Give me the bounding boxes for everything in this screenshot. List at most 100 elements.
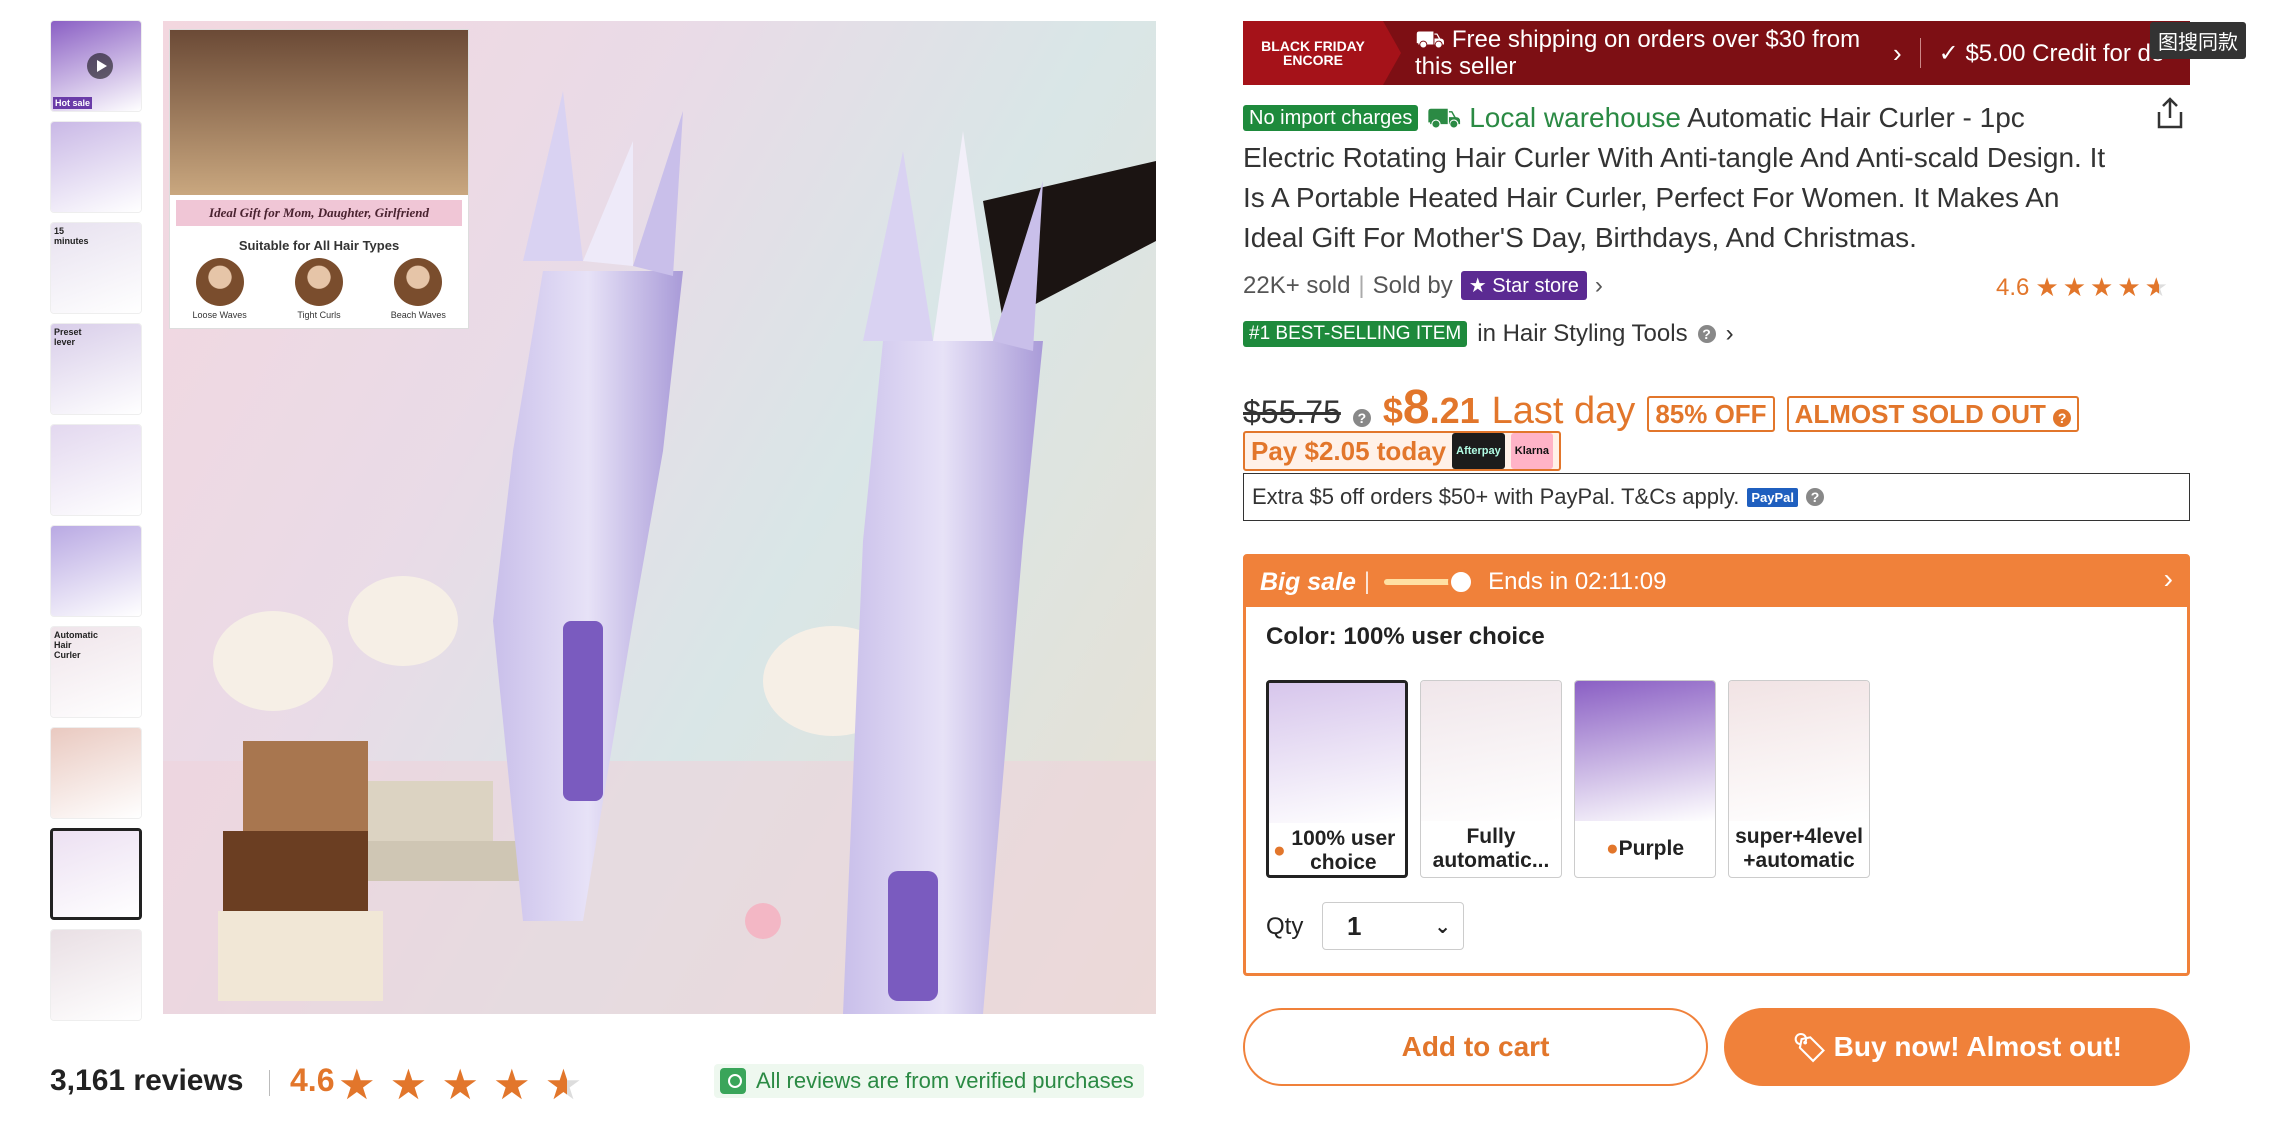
best-category: in Hair Styling Tools bbox=[1477, 320, 1688, 347]
reviews-count[interactable]: 3,161 reviews bbox=[50, 1064, 244, 1098]
color-swatch[interactable]: ● Purple bbox=[1574, 680, 1716, 878]
check-icon: ✓ bbox=[1938, 39, 1966, 67]
thumbnail-item[interactable] bbox=[50, 929, 142, 1021]
thumbnail-item[interactable]: Automatic Hair Curler bbox=[50, 626, 142, 718]
almost-sold-badge[interactable]: ALMOST SOLD OUT ? bbox=[1786, 396, 2080, 432]
swatch-label-text: Purple bbox=[1618, 837, 1685, 860]
qty-label: Qty bbox=[1266, 913, 1304, 940]
swatch-image bbox=[1269, 683, 1405, 823]
product-title-block: No import charges ⛟ Local warehouse Auto… bbox=[1243, 98, 2123, 258]
thumbnail-item[interactable] bbox=[50, 727, 142, 819]
shipping-label: Free shipping on orders over $30 from th… bbox=[1415, 26, 1861, 80]
swatch-label: ● 100% user choice bbox=[1269, 823, 1405, 875]
thumbnail-item[interactable]: Preset lever bbox=[50, 323, 142, 415]
price-row: $55.75 ? $8.21 Last day 85% OFF ALMOST S… bbox=[1243, 380, 2080, 435]
help-icon[interactable]: ? bbox=[1805, 488, 1824, 506]
thumbnail-item[interactable] bbox=[50, 828, 142, 920]
color-swatch[interactable]: super+4level +automatic bbox=[1728, 680, 1870, 878]
hair-type-label: Beach Waves bbox=[390, 310, 446, 320]
best-selling[interactable]: #1 BEST-SELLING ITEM in Hair Styling Too… bbox=[1243, 320, 1734, 348]
pay-today-badge[interactable]: Pay $2.05 today Afterpay Klarna bbox=[1243, 431, 1561, 471]
play-icon[interactable] bbox=[87, 53, 113, 79]
add-to-cart-button[interactable]: Add to cart bbox=[1243, 1008, 1708, 1086]
sale-countdown: Ends in 02:11:09 bbox=[1488, 568, 1667, 595]
credit-text: ✓ $5.00 Credit for de bbox=[1939, 39, 2165, 68]
paypal-offer[interactable]: Extra $5 off orders $50+ with PayPal. T&… bbox=[1243, 473, 2190, 521]
shield-icon bbox=[720, 1068, 746, 1094]
last-day-label: Last day bbox=[1491, 390, 1636, 432]
chevron-right-icon[interactable]: › bbox=[1893, 38, 1902, 69]
share-icon[interactable] bbox=[2154, 96, 2186, 130]
star-icon: ★ bbox=[338, 1061, 376, 1108]
help-icon[interactable]: ? bbox=[1697, 325, 1716, 343]
divider bbox=[269, 1070, 270, 1096]
color-label: Color: 100% user choice bbox=[1266, 623, 1545, 650]
verified-badge[interactable]: All reviews are from verified purchases bbox=[714, 1064, 1144, 1098]
help-icon: ? bbox=[2053, 409, 2072, 427]
hair-type-photo bbox=[195, 258, 244, 306]
seller-meta: 22K+ sold | Sold by ★ Star store › bbox=[1243, 271, 1603, 300]
clock-icon bbox=[1448, 569, 1475, 595]
thumbnail-caption: Automatic Hair Curler bbox=[54, 630, 99, 660]
discount-badge: 85% OFF bbox=[1647, 396, 1775, 432]
currency: $ bbox=[1382, 390, 1403, 431]
pay-today-label: Pay $2.05 today bbox=[1251, 436, 1447, 466]
color-swatch[interactable]: Fully automatic... bbox=[1420, 680, 1562, 878]
chevron-right-icon[interactable]: › bbox=[2164, 563, 2173, 595]
chevron-down-icon: ⌄ bbox=[1434, 915, 1451, 938]
hair-type-item: Loose Waves bbox=[180, 258, 260, 320]
buy-now-button[interactable]: 🏷 Buy now! Almost out! bbox=[1724, 1008, 2190, 1086]
flame-icon: ● bbox=[1273, 839, 1286, 862]
free-shipping-text: ⛟ Free shipping on orders over $30 from … bbox=[1415, 26, 1885, 80]
star-icon: ★ bbox=[2035, 272, 2059, 302]
hair-type-item: Tight Curls bbox=[279, 258, 359, 320]
thumbnail-item[interactable] bbox=[50, 121, 142, 213]
thumbnail-item[interactable] bbox=[50, 424, 142, 516]
swatch-label: ● Purple bbox=[1575, 821, 1715, 877]
suitable-text: Suitable for All Hair Types bbox=[238, 238, 400, 253]
star-icon: ★ bbox=[441, 1061, 479, 1108]
chevron-right-icon[interactable]: › bbox=[1595, 272, 1603, 300]
swatch-image bbox=[1421, 681, 1561, 821]
hair-types: Loose Waves Tight Curls Beach Waves bbox=[170, 258, 468, 320]
sale-progress bbox=[1384, 569, 1475, 595]
rating-value: 4.6 bbox=[1996, 273, 2030, 301]
thumbnail-item[interactable]: Hot sale bbox=[50, 20, 142, 112]
rating-stars: ★ ★ ★ ★ ★ bbox=[2035, 272, 2168, 303]
best-selling-tag: #1 BEST-SELLING ITEM bbox=[1243, 321, 1468, 347]
qty-select[interactable]: 1 ⌄ bbox=[1322, 902, 1464, 950]
hair-type-label: Loose Waves bbox=[192, 310, 247, 320]
store-name: Star store bbox=[1492, 275, 1579, 297]
buy-now-label: Buy now! Almost out! bbox=[1833, 1031, 2122, 1062]
credit-label: $5.00 Credit for de bbox=[1965, 39, 2165, 67]
divider: | bbox=[1363, 568, 1371, 595]
almost-sold-label: ALMOST SOLD OUT bbox=[1794, 399, 2046, 429]
thumbnail-image bbox=[51, 930, 141, 1020]
truck-icon: ⛟ bbox=[1415, 26, 1452, 53]
store-link[interactable]: ★ Star store bbox=[1460, 271, 1587, 300]
star-icon: ★ bbox=[2144, 272, 2168, 302]
swatch-label-text: 100% user choice bbox=[1291, 827, 1396, 874]
chevron-right-icon[interactable]: › bbox=[1726, 320, 1734, 348]
help-icon[interactable]: ? bbox=[1352, 409, 1371, 427]
swatch-label-text: super+4level +automatic bbox=[1735, 825, 1863, 872]
black-friday-badge: BLACK FRIDAY ENCORE bbox=[1243, 21, 1401, 85]
star-icon: ★ bbox=[389, 1061, 428, 1108]
thumbnail-image bbox=[51, 122, 141, 212]
image-search-badge[interactable]: 图搜同款 bbox=[2150, 22, 2246, 59]
main-product-image[interactable]: Ideal Gift for Mom, Daughter, Girlfriend… bbox=[163, 21, 1156, 1014]
promo-banner[interactable]: BLACK FRIDAY ENCORE ⛟ Free shipping on o… bbox=[1243, 21, 2190, 85]
sale-header[interactable]: Big sale | Ends in 02:11:09 › bbox=[1246, 557, 2187, 607]
thumbnail-strip[interactable]: Hot sale 15 minutes Preset lever Automatic … bbox=[50, 20, 144, 1030]
hair-type-item: Beach Waves bbox=[378, 258, 458, 320]
swatch-image bbox=[1729, 681, 1869, 821]
hair-type-photo bbox=[394, 258, 443, 306]
truck-icon: ⛟ bbox=[1426, 102, 1470, 133]
thumbnail-image bbox=[51, 425, 141, 515]
color-swatch[interactable]: ● 100% user choice bbox=[1266, 680, 1408, 878]
thumbnail-tag: Hot sale bbox=[53, 97, 93, 109]
thumbnail-item[interactable] bbox=[50, 525, 142, 617]
product-rating[interactable]: 4.6 ★ ★ ★ ★ ★ bbox=[1996, 272, 2168, 303]
thumbnail-item[interactable]: 15 minutes bbox=[50, 222, 142, 314]
qty-value: 1 bbox=[1347, 910, 1362, 941]
